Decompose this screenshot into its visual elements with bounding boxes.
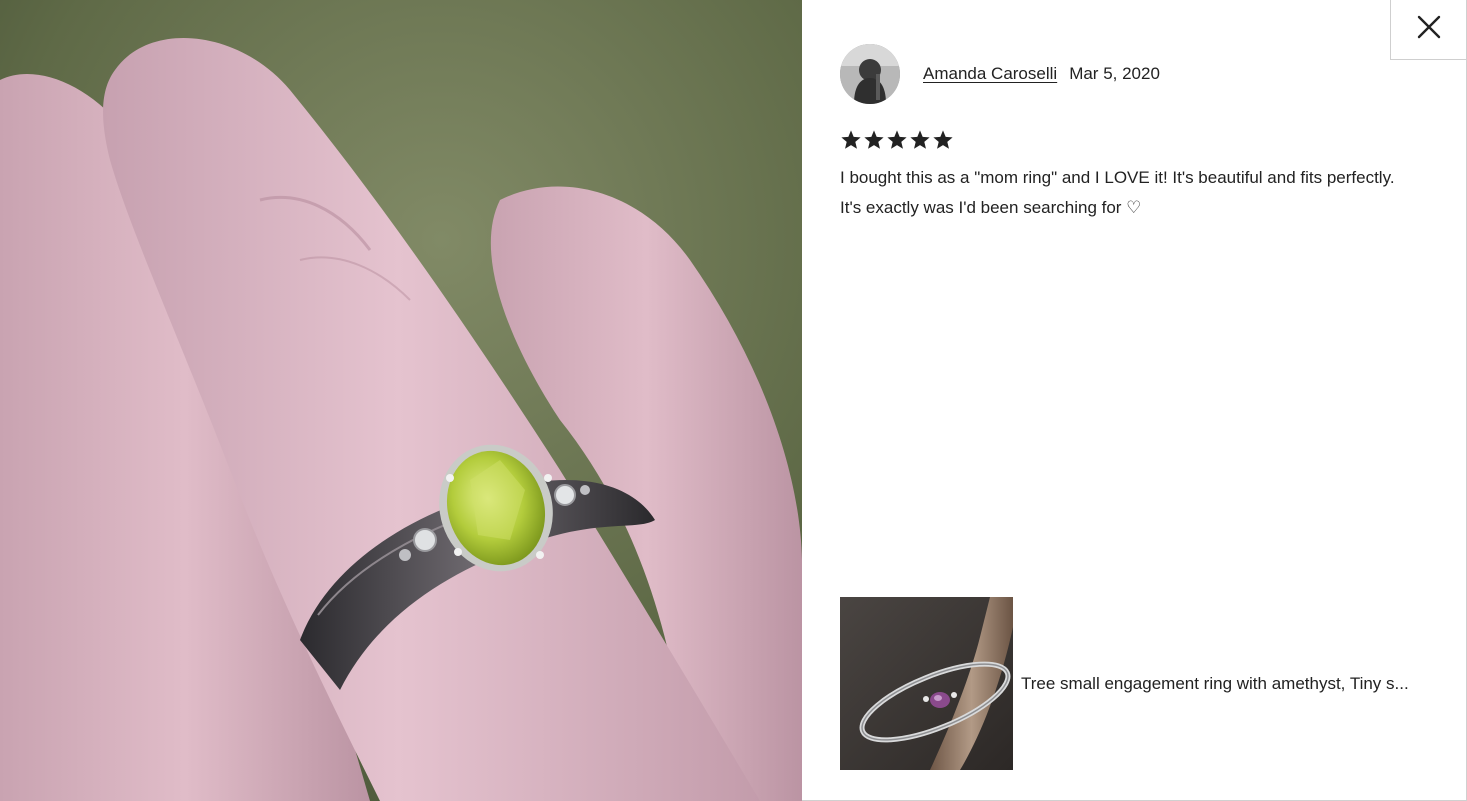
star-icon: [909, 129, 931, 151]
star-icon: [840, 129, 862, 151]
close-icon: [1417, 15, 1441, 44]
star-icon: [932, 129, 954, 151]
review-details-panel: Amanda Caroselli Mar 5, 2020 I bought th…: [802, 0, 1466, 800]
star-icon: [886, 129, 908, 151]
review-date: Mar 5, 2020: [1069, 64, 1160, 83]
close-button[interactable]: [1390, 0, 1466, 60]
review-text: I bought this as a "mom ring" and I LOVE…: [840, 168, 1395, 217]
ring-on-finger-image: [0, 0, 802, 801]
listing-title[interactable]: Tree small engagement ring with amethyst…: [1021, 674, 1451, 694]
listing-link[interactable]: Tree small engagement ring with amethyst…: [840, 597, 1451, 770]
star-rating: [840, 129, 954, 151]
review-photo: [0, 0, 802, 801]
reviewer-info: Amanda Caroselli Mar 5, 2020: [840, 44, 1160, 104]
reviewer-avatar[interactable]: [840, 44, 900, 104]
listing-thumbnail[interactable]: [840, 597, 1013, 770]
review-photo-modal: Amanda Caroselli Mar 5, 2020 I bought th…: [0, 0, 1467, 801]
star-icon: [863, 129, 885, 151]
reviewer-name-link[interactable]: Amanda Caroselli: [923, 64, 1057, 84]
